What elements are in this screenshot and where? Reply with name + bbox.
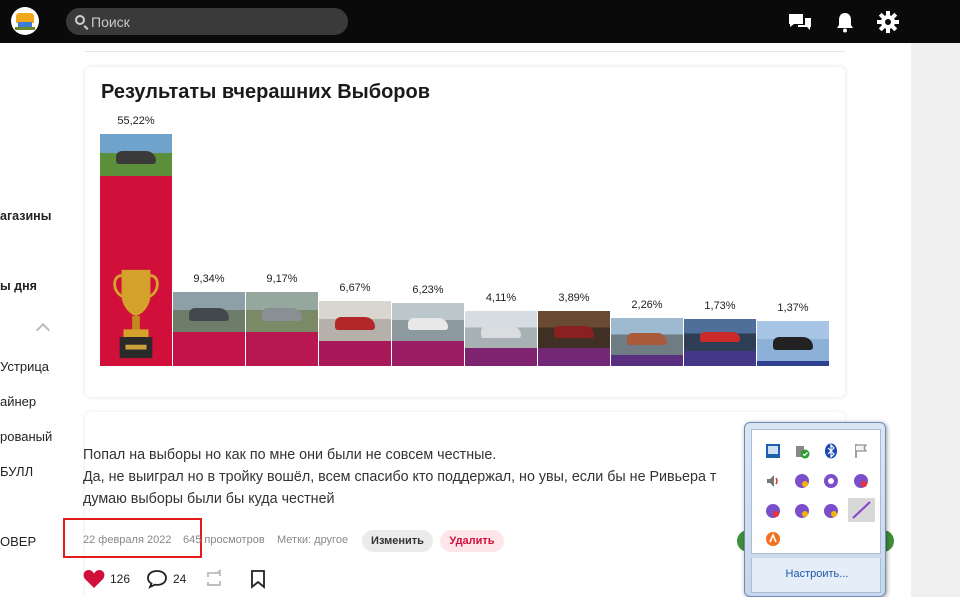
repost-icon[interactable] — [204, 569, 226, 589]
tray-icon-grid — [751, 429, 881, 554]
bar-car-photo-2 — [173, 292, 245, 332]
tray-security-icon[interactable] — [794, 443, 810, 459]
notifications-bell-icon[interactable] — [833, 10, 857, 34]
bar-percent-label-9: 1,73% — [704, 300, 736, 312]
search-icon — [75, 15, 85, 25]
left-sidebar: агазины ы дня Устрица айнер рованый БУЛЛ… — [0, 43, 66, 597]
comment-count: 24 — [173, 572, 187, 586]
post-date: 22 февраля 2022 — [83, 534, 172, 546]
bar-car-photo-1 — [100, 134, 172, 176]
bar-percent-label-6: 4,11% — [485, 292, 517, 304]
post-views: 645 просмотров — [183, 534, 265, 546]
bar-percent-label-3: 9,17% — [266, 273, 298, 285]
tray-avast-icon[interactable] — [765, 531, 781, 547]
tray-viber-icon-3[interactable] — [853, 473, 869, 489]
tray-viber-icon-5[interactable] — [794, 503, 810, 519]
tray-customize-link[interactable]: Настроить... — [752, 568, 882, 580]
comment-bubble-icon — [147, 570, 167, 589]
bar-car-photo-7 — [538, 311, 610, 348]
bar-car-photo-10 — [757, 321, 829, 361]
sidebar-item-liner[interactable]: айнер — [0, 394, 36, 409]
top-navigation-bar — [0, 0, 960, 43]
bar-car-photo-8 — [611, 318, 683, 355]
heart-icon — [83, 570, 105, 588]
bar-car-photo-4 — [319, 301, 391, 341]
chevron-up-icon[interactable] — [35, 322, 51, 338]
post-line-2: Да, не выиграл но в тройку вошёл, всем с… — [83, 469, 717, 485]
post-line-1: Попал на выборы но как по мне они были н… — [83, 447, 497, 463]
bar-percent-label-1: 55,22% — [117, 115, 155, 127]
bar-percent-label-4: 6,67% — [339, 282, 371, 294]
bar-percent-label-7: 3,89% — [558, 292, 590, 304]
bar-percent-label-5: 6,23% — [412, 284, 444, 296]
previous-card-bottom — [85, 43, 845, 52]
tray-viber-icon[interactable] — [794, 473, 810, 489]
bar-car-photo-3 — [246, 292, 318, 332]
system-tray-overflow-popup: Настроить... — [744, 422, 886, 597]
post-line-3: думаю выборы были бы куда честней — [83, 491, 335, 507]
sidebar-item-shops[interactable]: агазины — [0, 209, 51, 223]
tray-action-center-flag-icon[interactable] — [853, 443, 869, 459]
sidebar-item-of-day[interactable]: ы дня — [0, 279, 37, 293]
sidebar-item-rovany[interactable]: рованый — [0, 429, 52, 444]
post-tags[interactable]: Метки: другое — [277, 534, 348, 546]
settings-gear-icon[interactable] — [876, 10, 900, 34]
tray-bluetooth-icon[interactable] — [823, 443, 839, 459]
search-box[interactable] — [66, 8, 348, 35]
like-count: 126 — [110, 572, 131, 586]
bar-percent-label-10: 1,37% — [777, 302, 809, 314]
sidebar-item-oyster[interactable]: Устрица — [0, 359, 49, 374]
delete-button[interactable]: Удалить — [440, 530, 504, 552]
bar-percent-label-2: 9,34% — [193, 273, 225, 285]
tray-pen-icon-selected[interactable] — [848, 498, 875, 522]
trophy-icon — [113, 269, 159, 359]
sidebar-item-over[interactable]: ОВЕР — [0, 534, 36, 549]
results-title: Результаты вчерашних Выборов — [101, 81, 431, 103]
edit-button[interactable]: Изменить — [362, 530, 433, 552]
site-logo[interactable] — [11, 7, 39, 35]
tray-footer: Настроить... — [751, 558, 881, 593]
bookmark-icon[interactable] — [249, 569, 267, 589]
tray-viber-icon-6[interactable] — [823, 503, 839, 519]
search-input[interactable] — [91, 12, 331, 31]
tray-viber-icon-4[interactable] — [765, 503, 781, 519]
sidebar-item-bull[interactable]: БУЛЛ — [0, 464, 33, 479]
bar-car-photo-9 — [684, 319, 756, 351]
tray-volume-icon[interactable] — [765, 473, 781, 489]
post-body: Попал на выборы но как по мне они были н… — [83, 444, 783, 510]
bar-percent-label-8: 2,26% — [631, 299, 663, 311]
bar-car-photo-5 — [392, 303, 464, 341]
bar-car-photo-6 — [465, 311, 537, 348]
tray-viber-icon-2[interactable] — [823, 473, 839, 489]
tray-network-icon[interactable] — [765, 443, 781, 459]
messages-icon[interactable] — [788, 10, 812, 34]
